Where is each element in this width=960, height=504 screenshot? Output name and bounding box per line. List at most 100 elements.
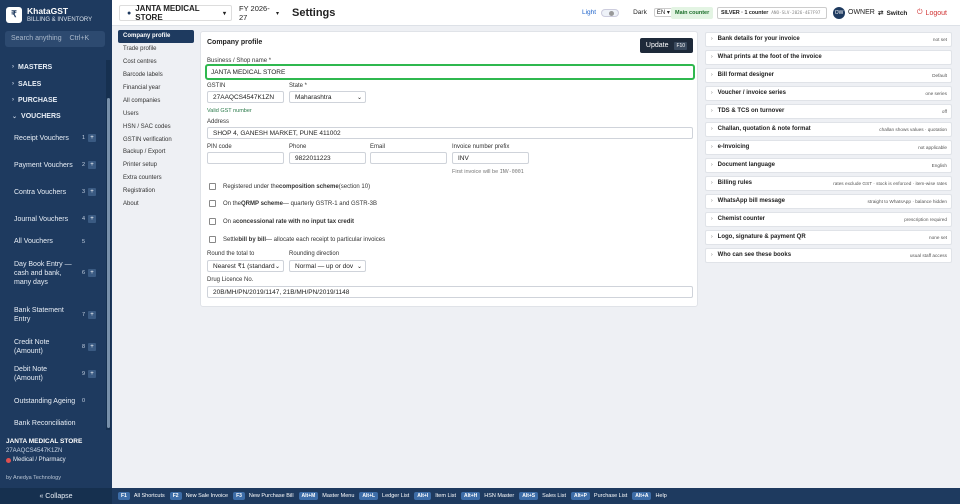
shortcut-purchase-list[interactable]: Alt+P Purchase List xyxy=(570,492,627,500)
setting-e-invoicing[interactable]: › e-Invoicing not applicable xyxy=(705,140,952,155)
store-selector[interactable]: ● JANTA MEDICAL STORE ▾ xyxy=(119,4,232,22)
subnav-barcode-labels[interactable]: Barcode labels xyxy=(118,69,194,82)
concessional-rate-checkbox[interactable]: On a concessional rate with no input tax… xyxy=(209,218,354,225)
update-button[interactable]: Update F10 xyxy=(640,38,693,53)
sidebar-item-contra-vouchers[interactable]: Contra Vouchers 3 + xyxy=(14,183,96,201)
address-field[interactable]: SHOP 4, GANESH MARKET, PUNE 411002 xyxy=(207,127,693,139)
sidebar-item-all-vouchers[interactable]: All Vouchers 5 xyxy=(14,237,96,246)
shortcut-item-list[interactable]: Alt+I Item List xyxy=(414,492,456,500)
subnav-financial-year[interactable]: Financial year xyxy=(118,82,194,95)
setting-document-language[interactable]: › Document language English xyxy=(705,158,952,173)
rounding-direction-select[interactable]: Normal — up or dov ⌄ xyxy=(289,260,366,272)
shortcut-master-menu[interactable]: Alt+M Master Menu xyxy=(298,492,354,500)
collapse-sidebar-button[interactable]: « Collapse xyxy=(0,488,112,504)
sidebar-item-bank-statement-entry[interactable]: Bank Statement Entry 7 + xyxy=(14,301,96,328)
business-name-field[interactable]: JANTA MEDICAL STORE xyxy=(205,64,695,80)
sidebar-item-outstanding-ageing[interactable]: Outstanding Ageing 0 xyxy=(14,392,96,410)
checkbox-box[interactable] xyxy=(209,218,216,225)
sidebar-item-bank-reconciliation[interactable]: Bank Reconciliation xyxy=(14,419,96,428)
setting-tds-tcs[interactable]: › TDS & TCS on turnover off xyxy=(705,104,952,119)
invoice-prefix-field[interactable]: INV xyxy=(452,152,529,164)
setting-billing-rules[interactable]: › Billing rules rates exclude GST · stock … xyxy=(705,176,952,191)
subnav-users[interactable]: Users xyxy=(118,107,194,120)
chevron-right-icon: › xyxy=(711,144,713,151)
add-credit-note-button[interactable]: + xyxy=(88,343,96,351)
add-bank-statement-button[interactable]: + xyxy=(88,310,96,319)
avatar[interactable]: OW xyxy=(833,7,845,19)
subnav-registration[interactable]: Registration xyxy=(118,185,194,198)
add-day-book-button[interactable]: + xyxy=(88,269,96,277)
main-counter-badge[interactable]: Main counter xyxy=(671,7,714,19)
add-payment-button[interactable]: + xyxy=(88,161,96,169)
checkbox-box[interactable] xyxy=(209,236,216,243)
shortcut-new-purchase-bill[interactable]: F3 New Purchase Bill xyxy=(233,492,294,500)
bill-by-bill-checkbox[interactable]: Settle bill by bill — allocate each rece… xyxy=(209,236,385,243)
subnav-about[interactable]: About xyxy=(118,198,194,211)
shortcut-ledger-list[interactable]: Alt+L Ledger List xyxy=(359,492,409,500)
shortcut-all-shortcuts[interactable]: F1 All Shortcuts xyxy=(118,492,165,500)
subnav-printer-setup[interactable]: Printer setup xyxy=(118,159,194,172)
add-debit-note-button[interactable]: + xyxy=(88,370,96,378)
setting-bill-format-designer[interactable]: › Bill format designer Default xyxy=(705,68,952,83)
pin-code-field[interactable] xyxy=(207,152,284,164)
sidebar-item-receipt-vouchers[interactable]: Receipt Vouchers 1 + xyxy=(14,129,96,147)
fy-selector[interactable]: FY 2026-27 ▾ xyxy=(234,4,279,22)
theme-dark-label[interactable]: Dark xyxy=(633,9,647,16)
setting-bank-details[interactable]: › Bank details for your invoice not set xyxy=(705,32,952,47)
phone-field[interactable]: 9822011223 xyxy=(289,152,366,164)
subnav-backup-export[interactable]: Backup / Export xyxy=(118,146,194,159)
shortcut-hsn-master[interactable]: Alt+H HSN Master xyxy=(461,492,514,500)
theme-light-label[interactable]: Light xyxy=(582,9,596,16)
nav-section-label: MASTERS xyxy=(18,63,53,71)
setting-chemist-counter[interactable]: › Chemist counter prescription required xyxy=(705,212,952,227)
subnav-all-companies[interactable]: All companies xyxy=(118,94,194,107)
search-placeholder: Search anything xyxy=(11,35,62,42)
shortcut-help[interactable]: Alt+A Help xyxy=(632,492,667,500)
subnav-extra-counters[interactable]: Extra counters xyxy=(118,172,194,185)
subnav-company-profile[interactable]: Company profile xyxy=(118,30,194,43)
chevron-right-icon: › xyxy=(12,97,14,103)
state-select[interactable]: Maharashtra ⌄ xyxy=(289,91,366,103)
sidebar-item-day-book-entry[interactable]: Day Book Entry — cash and bank, many day… xyxy=(14,255,96,291)
switch-user-button[interactable]: ⇄ Switch xyxy=(878,7,908,19)
setting-book-access[interactable]: › Who can see these books usual staff acce… xyxy=(705,248,952,263)
chevron-down-icon: ▾ xyxy=(275,10,279,17)
shortcut-sales-list[interactable]: Alt+S Sales List xyxy=(519,492,566,500)
sidebar-item-credit-note[interactable]: Credit Note (Amount) 8 + xyxy=(14,338,96,356)
logout-button[interactable]: ⏻ Logout xyxy=(917,7,953,19)
setting-whatsapp-message[interactable]: › WhatsApp bill message straight to WhatsA… xyxy=(705,194,952,209)
shortcut-new-sale-invoice[interactable]: F2 New Sale Invoice xyxy=(169,492,228,500)
round-total-select[interactable]: Nearest ₹1 (standard ⌄ xyxy=(207,260,284,272)
add-receipt-button[interactable]: + xyxy=(88,134,96,142)
drug-licence-field[interactable]: 20B/MH/PN/2019/1147, 21B/MH/PN/2019/1148 xyxy=(207,286,693,298)
nav-section-purchase[interactable]: › PURCHASE xyxy=(0,94,106,106)
email-field[interactable] xyxy=(370,152,447,164)
subnav-gstin-verification[interactable]: GSTIN verification xyxy=(118,133,194,146)
theme-toggle[interactable] xyxy=(601,8,620,17)
nav-section-sales[interactable]: › SALES xyxy=(0,78,106,90)
sidebar-item-payment-vouchers[interactable]: Payment Vouchers 2 + xyxy=(14,156,96,174)
sidebar-search-input[interactable]: Search anything Ctrl+K xyxy=(5,31,105,47)
setting-logo-signature[interactable]: › Logo, signature & payment QR none set xyxy=(705,230,952,245)
composition-scheme-checkbox[interactable]: Registered under the composition scheme … xyxy=(209,183,370,190)
sidebar-item-journal-vouchers[interactable]: Journal Vouchers 4 + xyxy=(14,210,96,228)
sidebar-scrollbar-thumb[interactable] xyxy=(107,98,110,428)
subnav-cost-centres[interactable]: Cost centres xyxy=(118,56,194,69)
sidebar-item-debit-note[interactable]: Debit Note (Amount) 9 + xyxy=(14,365,96,383)
checkbox-box[interactable] xyxy=(209,200,216,207)
qrmp-scheme-checkbox[interactable]: On the QRMP scheme — quarterly GSTR-1 an… xyxy=(209,200,377,207)
setting-challan-format[interactable]: › Challan, quotation & note format challan… xyxy=(705,122,952,137)
add-journal-button[interactable]: + xyxy=(88,215,96,223)
checkbox-box[interactable] xyxy=(209,183,216,190)
nav-section-vouchers[interactable]: ⌄ VOUCHERS xyxy=(0,110,106,122)
setting-title: What prints at the foot of the invoice xyxy=(717,54,822,61)
add-contra-button[interactable]: + xyxy=(88,188,96,196)
setting-voucher-series[interactable]: › Voucher / invoice series one series xyxy=(705,86,952,101)
gstin-field[interactable]: 27AAQCS4547K1ZN xyxy=(207,91,284,103)
subnav-trade-profile[interactable]: Trade profile xyxy=(118,43,194,56)
chevron-right-icon: › xyxy=(711,234,713,241)
subnav-hsn-sac-codes[interactable]: HSN / SAC codes xyxy=(118,120,194,133)
nav-section-masters[interactable]: › MASTERS xyxy=(0,61,106,73)
setting-invoice-footer[interactable]: › What prints at the foot of the invoice xyxy=(705,50,952,65)
shortcut-label: Ledger List xyxy=(382,493,410,499)
